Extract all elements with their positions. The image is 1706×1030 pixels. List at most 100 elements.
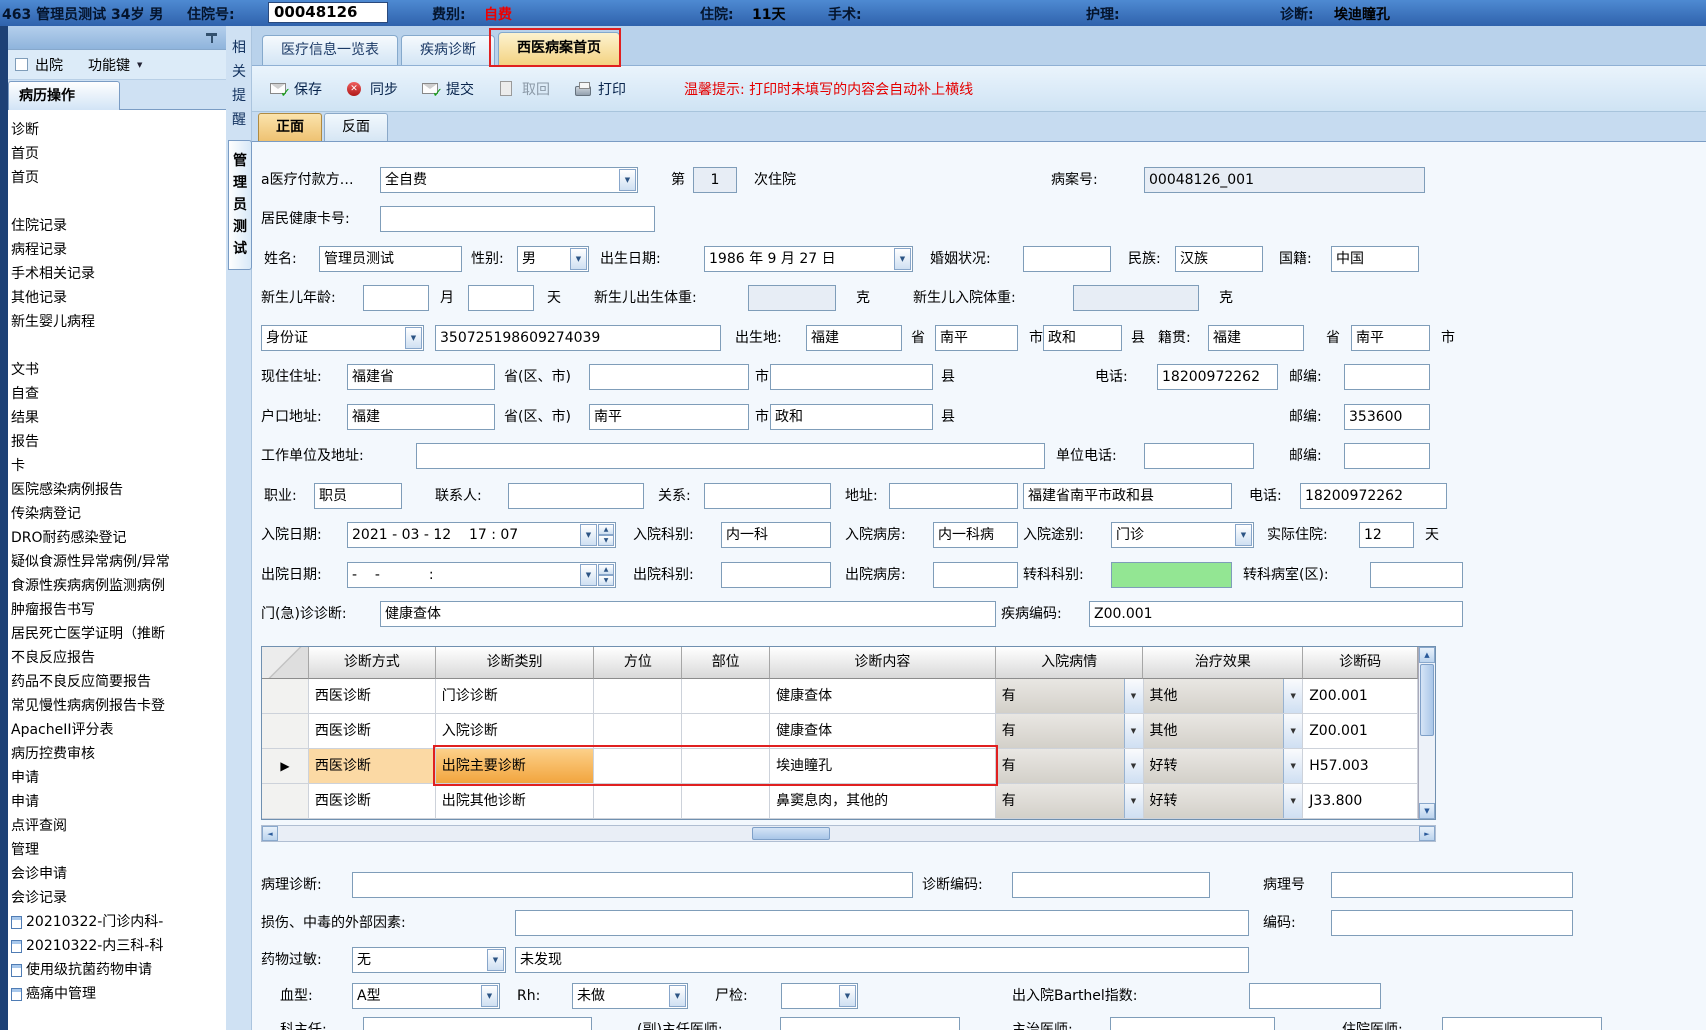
outpatient-diagnosis-field[interactable]: 健康查体: [380, 601, 996, 627]
table-column-header[interactable]: 诊断内容: [770, 647, 996, 679]
position-cell[interactable]: [594, 679, 683, 714]
admission-ward-field[interactable]: 内一科病: [933, 522, 1018, 548]
diagnosis-category-cell[interactable]: 门诊诊断: [435, 679, 595, 714]
birthplace-county-field[interactable]: 政和: [1043, 325, 1122, 351]
table-horizontal-scrollbar[interactable]: ◄ ►: [261, 825, 1436, 842]
dropdown-arrow-icon[interactable]: ▼: [1123, 714, 1143, 748]
registered-province-field[interactable]: 福建: [347, 404, 495, 430]
sidebar-item[interactable]: 其他记录: [8, 286, 226, 310]
nationality-field[interactable]: 中国: [1331, 246, 1419, 272]
sidebar-item[interactable]: 药品不良反应简要报告: [8, 670, 226, 694]
disease-code-field[interactable]: Z00.001: [1089, 601, 1463, 627]
admission-condition-cell[interactable]: 有 ▼: [995, 714, 1144, 749]
document-tab[interactable]: 西医病案首页: [498, 32, 620, 65]
dropdown-arrow-icon[interactable]: ▼: [1283, 714, 1303, 748]
submit-button[interactable]: ✓ 提交: [422, 79, 474, 100]
sidebar-item[interactable]: 申请: [8, 766, 226, 790]
date-spinner[interactable]: ▲ ▼: [598, 564, 614, 586]
resident-field[interactable]: [1442, 1017, 1602, 1030]
allergy-select[interactable]: 无 ▼: [352, 947, 506, 973]
diagnosis-category-cell[interactable]: 出院主要诊断: [435, 749, 595, 784]
body-part-cell[interactable]: [682, 784, 771, 819]
work-phone-field[interactable]: [1144, 443, 1254, 469]
sidebar-item[interactable]: 居民死亡医学证明（推断: [8, 622, 226, 646]
diagnosis-row[interactable]: 西医诊断 出院其他诊断 鼻窦息肉，其他的 有 ▼ 好转 ▼ J33.800: [262, 784, 1418, 819]
sidebar-item[interactable]: 新生婴儿病程: [8, 310, 226, 334]
scroll-up-icon[interactable]: ▲: [1419, 647, 1435, 663]
diagnosis-method-cell[interactable]: 西医诊断: [308, 679, 436, 714]
registered-city-field[interactable]: 南平: [589, 404, 749, 430]
record-no-field[interactable]: 00048126_001: [1144, 167, 1425, 193]
table-column-header[interactable]: 部位: [682, 647, 771, 679]
dropdown-arrow-icon[interactable]: ▼: [1283, 784, 1303, 818]
current-city-field[interactable]: [589, 364, 749, 390]
dropdown-arrow-icon[interactable]: ▼: [487, 949, 504, 971]
gender-select[interactable]: 男 ▼: [517, 246, 589, 272]
diagnosis-method-cell[interactable]: 西医诊断: [308, 784, 436, 819]
native-city-field[interactable]: 南平: [1351, 325, 1430, 351]
chevron-down-icon[interactable]: ▼: [137, 61, 142, 69]
admission-dept-field[interactable]: 内一科: [721, 522, 831, 548]
newborn-birthweight-field[interactable]: [748, 285, 836, 311]
related-reminder-tab[interactable]: 相关提醒: [226, 36, 252, 132]
dropdown-arrow-icon[interactable]: ▼: [1123, 784, 1143, 818]
sidebar-item[interactable]: 传染病登记: [8, 502, 226, 526]
sidebar-item[interactable]: 20210322-内三科-科: [8, 934, 226, 958]
dropdown-arrow-icon[interactable]: ▼: [1235, 524, 1252, 546]
health-card-field[interactable]: [380, 206, 655, 232]
body-part-cell[interactable]: [682, 679, 771, 714]
newborn-month-field[interactable]: [363, 285, 429, 311]
sidebar-item[interactable]: 常见慢性病病例报告卡登: [8, 694, 226, 718]
occupation-field[interactable]: 职员: [314, 483, 402, 509]
dropdown-arrow-icon[interactable]: ▼: [1123, 749, 1143, 783]
body-part-cell[interactable]: [682, 749, 771, 784]
admin-user-tab[interactable]: 管理员测试: [228, 140, 252, 270]
vertical-scroll-thumb[interactable]: [1420, 664, 1434, 736]
dropdown-arrow-icon[interactable]: ▼: [405, 327, 422, 349]
dropdown-arrow-icon[interactable]: ▼: [894, 248, 911, 270]
position-cell[interactable]: [594, 784, 683, 819]
contact-field[interactable]: [508, 483, 644, 509]
sidebar-item[interactable]: 首页: [8, 166, 226, 190]
sidebar-item[interactable]: 病历控费审核: [8, 742, 226, 766]
pin-icon[interactable]: [205, 31, 218, 44]
native-province-field[interactable]: 福建: [1208, 325, 1304, 351]
body-part-cell[interactable]: [682, 714, 771, 749]
diagnosis-method-cell[interactable]: 西医诊断: [308, 714, 436, 749]
transfer-dept-field[interactable]: [1111, 562, 1232, 588]
diagnosis-row[interactable]: 西医诊断 门诊诊断 健康查体 有 ▼ 其他 ▼ Z00.001: [262, 679, 1418, 714]
print-button[interactable]: 打印: [574, 79, 626, 99]
table-column-header[interactable]: 入院病情: [995, 647, 1144, 679]
transfer-ward-field[interactable]: [1370, 562, 1463, 588]
attending-field[interactable]: [1110, 1017, 1275, 1030]
current-county-field[interactable]: [770, 364, 933, 390]
diagnosis-method-cell[interactable]: 西医诊断: [308, 749, 436, 784]
diagnosis-code-cell[interactable]: Z00.001: [1303, 679, 1418, 714]
scroll-left-icon[interactable]: ◄: [262, 826, 278, 841]
scroll-down-icon[interactable]: ▼: [1419, 803, 1435, 819]
diagnosis-code-cell[interactable]: J33.800: [1303, 784, 1418, 819]
workplace-field[interactable]: [416, 443, 1045, 469]
barthel-field[interactable]: [1249, 983, 1381, 1009]
treatment-effect-cell[interactable]: 好转 ▼: [1143, 784, 1304, 819]
birthplace-province-field[interactable]: 福建: [806, 325, 902, 351]
birth-date-select[interactable]: 1986 年 9 月 27 日 ▼: [704, 246, 913, 272]
sidebar-item[interactable]: 肿瘤报告书写: [8, 598, 226, 622]
admission-date-field[interactable]: 2021 - 03 - 12 17 : 07 ▼ ▲ ▼: [347, 522, 616, 548]
sidebar-item[interactable]: [8, 190, 226, 214]
discharge-checkbox[interactable]: [15, 58, 28, 71]
rh-select[interactable]: 未做 ▼: [572, 983, 688, 1009]
sidebar-item[interactable]: 住院记录: [8, 214, 226, 238]
dropdown-arrow-icon[interactable]: ▼: [580, 564, 597, 586]
diagnosis-content-cell[interactable]: 埃迪瞳孔: [770, 749, 996, 784]
diagnosis-content-cell[interactable]: 健康查体: [770, 714, 996, 749]
sidebar-item[interactable]: 手术相关记录: [8, 262, 226, 286]
registered-zip-field[interactable]: 353600: [1344, 404, 1430, 430]
sidebar-item[interactable]: 首页: [8, 142, 226, 166]
inpatient-no-field[interactable]: 00048126: [268, 2, 388, 23]
dropdown-arrow-icon[interactable]: ▼: [1283, 679, 1303, 713]
dropdown-arrow-icon[interactable]: ▼: [481, 985, 498, 1007]
admission-times-field[interactable]: 1: [693, 167, 737, 193]
sidebar-item[interactable]: 报告: [8, 430, 226, 454]
back-page-tab[interactable]: 反面: [324, 113, 388, 141]
